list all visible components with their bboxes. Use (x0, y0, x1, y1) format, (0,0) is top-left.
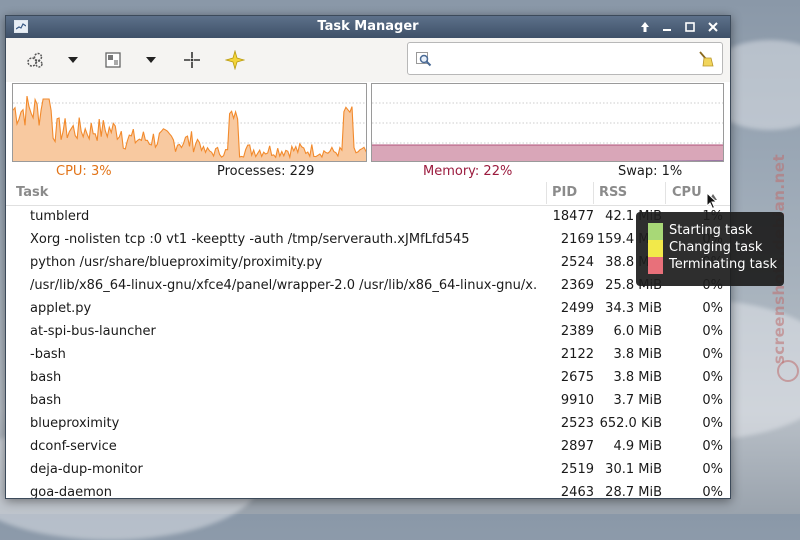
task-name-cell: deja-dup-monitor (30, 462, 143, 477)
pid-cell: 2122 (560, 347, 594, 362)
starting-color-swatch (648, 223, 663, 240)
pid-cell: 18477 (552, 209, 594, 224)
task-name-cell: Xorg -nolisten tcp :0 vt1 -keeptty -auth… (30, 232, 470, 247)
table-row[interactable]: blueproximity 2523 652.0 KiB 0% (6, 413, 730, 436)
titlebar[interactable]: Task Manager (6, 16, 730, 38)
rss-cell: 3.7 MiB (613, 393, 662, 408)
rss-cell: 4.9 MiB (613, 439, 662, 454)
pid-cell: 2897 (560, 439, 594, 454)
cpu-cell: 0% (702, 370, 723, 385)
table-row[interactable]: dconf-service 2897 4.9 MiB 0% (6, 436, 730, 459)
chevron-down-icon[interactable] (143, 48, 159, 72)
star-sparkle-icon[interactable] (223, 48, 247, 72)
table-row[interactable]: Xorg -nolisten tcp :0 vt1 -keeptty -auth… (6, 229, 730, 252)
memory-history-chart (372, 102, 723, 161)
search-icon (416, 51, 432, 71)
task-name-cell: -bash (30, 347, 66, 362)
cpu-cell: 0% (702, 324, 723, 339)
task-name-cell: /usr/lib/x86_64-linux-gnu/xfce4/panel/wr… (30, 278, 536, 293)
table-row[interactable]: applet.py 2499 34.3 MiB 0% (6, 298, 730, 321)
window-layout-icon[interactable] (101, 48, 125, 72)
pid-cell: 2169 (560, 232, 594, 247)
pid-cell: 2523 (560, 416, 594, 431)
swap-usage-label: Swap: 1% (618, 164, 683, 179)
table-row[interactable]: goa-daemon 2463 28.7 MiB 0% (6, 482, 730, 499)
processes-count-label: Processes: 229 (217, 164, 315, 179)
memory-usage-label: Memory: 22% (423, 164, 513, 179)
table-row[interactable]: -bash 2122 3.8 MiB 0% (6, 344, 730, 367)
search-input[interactable] (438, 49, 692, 71)
task-name-cell: bash (30, 370, 62, 385)
task-manager-window: Task Manager CPU: 3% Processes: 229 Memo… (5, 15, 731, 499)
table-header: Task PID RSS CPU (6, 181, 730, 206)
pid-cell: 2675 (560, 370, 594, 385)
pid-cell: 2463 (560, 485, 594, 499)
pid-cell: 2524 (560, 255, 594, 270)
search-box[interactable] (407, 42, 723, 75)
task-color-legend-tooltip: Starting task Changing task Terminating … (636, 212, 784, 286)
column-header-rss[interactable]: RSS (599, 185, 627, 200)
close-icon[interactable] (705, 19, 721, 35)
mouse-pointer-icon (706, 191, 718, 214)
settings-gears-icon[interactable] (23, 48, 47, 72)
cpu-history-chart (13, 95, 366, 161)
pid-cell: 9910 (560, 393, 594, 408)
task-name-cell: applet.py (30, 301, 92, 316)
watermark-logo-icon (777, 360, 799, 382)
task-name-cell: blueproximity (30, 416, 120, 431)
rss-cell: 30.1 MiB (605, 462, 662, 477)
cpu-cell: 0% (702, 347, 723, 362)
changing-color-swatch (648, 240, 663, 257)
memory-area (372, 145, 723, 161)
chevron-down-icon[interactable] (65, 48, 81, 72)
table-row[interactable]: deja-dup-monitor 2519 30.1 MiB 0% (6, 459, 730, 482)
column-header-pid[interactable]: PID (552, 185, 577, 200)
terminating-color-swatch (648, 257, 663, 274)
rss-cell: 3.8 MiB (613, 370, 662, 385)
crosshair-icon[interactable] (180, 48, 204, 72)
minimize-icon[interactable] (659, 19, 675, 35)
pid-cell: 2369 (560, 278, 594, 293)
task-name-cell: dconf-service (30, 439, 117, 454)
up-arrow-icon[interactable] (637, 19, 653, 35)
cpu-cell: 0% (702, 462, 723, 477)
cpu-graph (12, 83, 367, 162)
rss-cell: 3.8 MiB (613, 347, 662, 362)
table-row[interactable]: bash 2675 3.8 MiB 0% (6, 367, 730, 390)
cpu-cell: 0% (702, 301, 723, 316)
task-name-cell: bash (30, 393, 62, 408)
pid-cell: 2389 (560, 324, 594, 339)
broom-clear-icon[interactable] (697, 50, 715, 72)
task-name-cell: at-spi-bus-launcher (30, 324, 156, 339)
column-header-cpu[interactable]: CPU (672, 185, 702, 200)
cpu-cell: 0% (702, 416, 723, 431)
pid-cell: 2519 (560, 462, 594, 477)
pid-cell: 2499 (560, 301, 594, 316)
rss-cell: 652.0 KiB (599, 416, 662, 431)
table-row[interactable]: bash 9910 3.7 MiB 0% (6, 390, 730, 413)
task-name-cell: goa-daemon (30, 485, 112, 499)
toolbar (6, 38, 730, 82)
cpu-cell: 0% (702, 485, 723, 499)
rss-cell: 28.7 MiB (605, 485, 662, 499)
task-name-cell: python /usr/share/blueproximity/proximit… (30, 255, 323, 270)
memory-graph (371, 83, 724, 162)
cpu-usage-label: CPU: 3% (56, 164, 112, 179)
table-row[interactable]: at-spi-bus-launcher 2389 6.0 MiB 0% (6, 321, 730, 344)
rss-cell: 34.3 MiB (605, 301, 662, 316)
maximize-icon[interactable] (682, 19, 698, 35)
table-row[interactable]: python /usr/share/blueproximity/proximit… (6, 252, 730, 275)
rss-cell: 6.0 MiB (613, 324, 662, 339)
column-header-task[interactable]: Task (16, 185, 48, 200)
task-name-cell: tumblerd (30, 209, 90, 224)
window-title: Task Manager (317, 19, 419, 34)
cpu-cell: 0% (702, 393, 723, 408)
table-row[interactable]: tumblerd1847742.1 MiB1% (6, 206, 730, 229)
cpu-cell: 0% (702, 439, 723, 454)
table-row[interactable]: /usr/lib/x86_64-linux-gnu/xfce4/panel/wr… (6, 275, 730, 298)
process-table: Task PID RSS CPU tumblerd1847742.1 MiB1%… (6, 181, 730, 498)
